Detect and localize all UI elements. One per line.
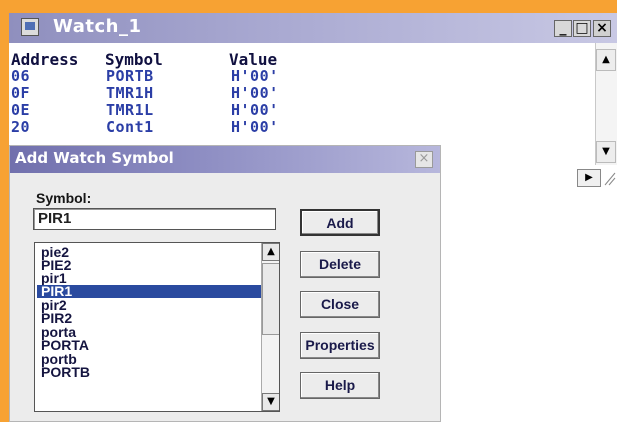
- listbox-scrollbar[interactable]: ▲ ▼: [261, 243, 279, 411]
- scroll-down-icon[interactable]: ▼: [262, 393, 279, 411]
- dialog-title-bar[interactable]: Add Watch Symbol ×: [10, 146, 440, 173]
- row-address: 06: [11, 67, 31, 85]
- row-symbol: TMR1L: [106, 101, 154, 119]
- row-symbol: PORTB: [106, 67, 154, 85]
- symbol-input[interactable]: PIR1: [33, 208, 276, 230]
- list-item[interactable]: PIE2: [37, 258, 262, 272]
- dialog-close-icon[interactable]: ×: [415, 151, 433, 168]
- minimize-icon[interactable]: _: [554, 20, 572, 37]
- close-icon[interactable]: ×: [593, 20, 611, 37]
- row-symbol: TMR1H: [106, 84, 154, 102]
- scroll-up-icon[interactable]: ▲: [262, 243, 279, 261]
- watch-vertical-scrollbar[interactable]: ▲ ▼: [595, 43, 617, 165]
- properties-button[interactable]: Properties: [300, 332, 380, 359]
- add-watch-symbol-dialog: Add Watch Symbol × Symbol: PIR1 pie2 PIE…: [9, 145, 441, 422]
- watch-title-bar[interactable]: Watch_1 _ □ ×: [9, 13, 617, 43]
- app-icon: [21, 18, 39, 36]
- row-address: 0E: [11, 101, 31, 119]
- symbol-label: Symbol:: [36, 190, 92, 206]
- dialog-title: Add Watch Symbol: [15, 149, 174, 167]
- list-item[interactable]: PORTB: [37, 365, 262, 379]
- row-value: H'00': [231, 84, 279, 102]
- scroll-up-icon[interactable]: ▲: [596, 49, 616, 71]
- maximize-icon[interactable]: □: [573, 20, 591, 37]
- row-value: H'00': [231, 67, 279, 85]
- help-button[interactable]: Help: [300, 372, 380, 399]
- row-address: 0F: [11, 84, 31, 102]
- add-button[interactable]: Add: [300, 209, 380, 236]
- delete-button[interactable]: Delete: [300, 251, 380, 278]
- row-value: H'00': [231, 118, 279, 136]
- list-item-selected[interactable]: PIR1: [37, 284, 262, 298]
- row-symbol: Cont1: [106, 118, 154, 136]
- watch-title: Watch_1: [53, 16, 142, 37]
- symbol-listbox[interactable]: pie2 PIE2 pir1 PIR1 pir2 PIR2 porta PORT…: [34, 242, 280, 412]
- scroll-down-icon[interactable]: ▼: [596, 141, 616, 163]
- scroll-right-icon[interactable]: ▶: [577, 169, 601, 187]
- row-address: 20: [11, 118, 31, 136]
- row-value: H'00': [231, 101, 279, 119]
- resize-grip-icon[interactable]: [603, 169, 617, 187]
- scrollbar-thumb[interactable]: [262, 263, 279, 335]
- close-button[interactable]: Close: [300, 291, 380, 318]
